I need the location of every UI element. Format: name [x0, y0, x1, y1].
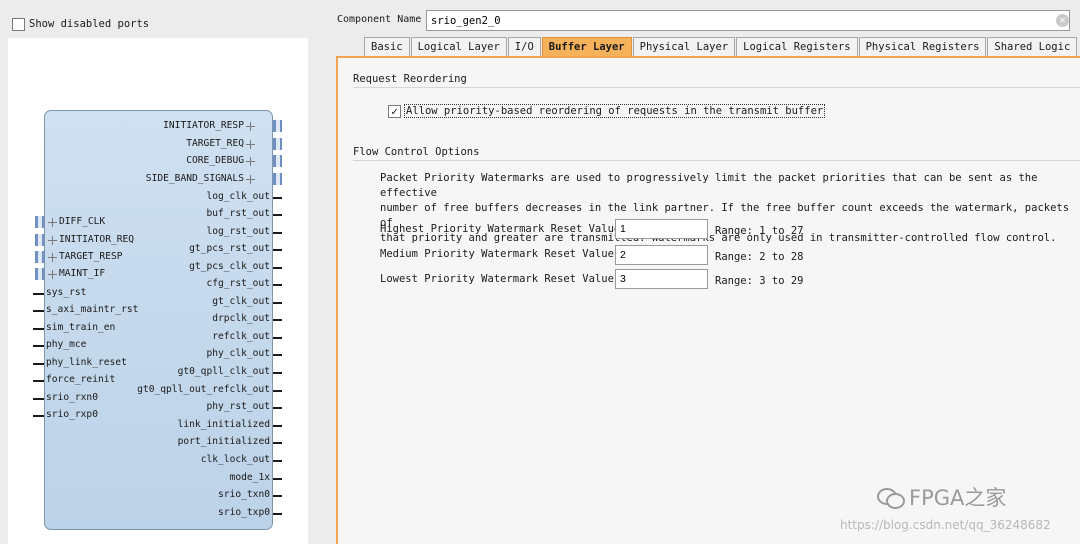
port-sim-train-en[interactable]: sim_train_en — [46, 322, 115, 334]
expand-plus-icon[interactable] — [48, 235, 57, 245]
port-srio-txn0[interactable]: srio_txn0 — [100, 489, 270, 501]
show-disabled-label: Show disabled ports — [29, 18, 150, 30]
config-tabs: Basic Logical Layer I/O Buffer Layer Phy… — [364, 37, 1078, 56]
request-reordering-title: Request Reordering — [353, 73, 467, 85]
tab-physical-registers[interactable]: Physical Registers — [858, 37, 987, 56]
reorder-label: Allow priority-based reordering of reque… — [404, 104, 826, 118]
port-refclk-out[interactable]: refclk_out — [100, 331, 270, 343]
port-cfg-rst-out[interactable]: cfg_rst_out — [100, 278, 270, 290]
bus-connector — [35, 251, 44, 263]
medium-watermark-label: Medium Priority Watermark Reset Value — [380, 248, 614, 260]
medium-watermark-range: Range: 2 to 28 — [715, 251, 804, 263]
medium-watermark-input[interactable] — [615, 245, 708, 265]
expand-plus-icon[interactable] — [246, 121, 255, 131]
port-srio-txp0[interactable]: srio_txp0 — [100, 507, 270, 519]
expand-plus-icon[interactable] — [246, 156, 255, 166]
bus-connector — [35, 268, 44, 280]
port-core-debug[interactable]: CORE_DEBUG — [150, 155, 257, 167]
lowest-watermark-input[interactable] — [615, 269, 708, 289]
tab-basic[interactable]: Basic — [364, 37, 410, 56]
port-log-clk-out[interactable]: log_clk_out — [100, 191, 270, 203]
lowest-watermark-label: Lowest Priority Watermark Reset Value — [380, 273, 614, 285]
right-panel: Component Name ✕ Basic Logical Layer I/O… — [318, 0, 1080, 544]
buffer-layer-panel: Request Reordering ✓ Allow priority-base… — [336, 56, 1080, 544]
port-target-resp[interactable]: TARGET_RESP — [46, 251, 123, 263]
tab-io[interactable]: I/O — [507, 37, 541, 56]
expand-plus-icon[interactable] — [48, 217, 57, 227]
left-panel: Show disabled ports INITIATOR_RESP TARGE… — [0, 0, 318, 544]
port-clk-lock-out[interactable]: clk_lock_out — [100, 454, 270, 466]
bus-connector — [273, 138, 282, 150]
bus-connector — [35, 216, 44, 228]
port-mode-1x[interactable]: mode_1x — [100, 472, 270, 484]
clear-icon[interactable]: ✕ — [1056, 14, 1069, 27]
expand-plus-icon[interactable] — [48, 269, 57, 279]
port-phy-mce[interactable]: phy_mce — [46, 339, 86, 351]
port-link-initialized[interactable]: link_initialized — [100, 419, 270, 431]
tab-shared-logic[interactable]: Shared Logic — [987, 37, 1078, 56]
lowest-watermark-range: Range: 3 to 29 — [715, 275, 804, 287]
port-buf-rst-out[interactable]: buf_rst_out — [100, 208, 270, 220]
component-name-input[interactable] — [426, 10, 1070, 31]
section-divider — [353, 87, 1080, 88]
brand-watermark: FPGA之家 — [877, 482, 1006, 512]
component-name-label: Component Name — [337, 14, 422, 25]
tab-logical-registers[interactable]: Logical Registers — [736, 37, 858, 56]
port-target-req[interactable]: TARGET_REQ — [150, 138, 257, 150]
tab-buffer-layer[interactable]: Buffer Layer — [541, 37, 632, 56]
port-s-axi-maintr-rst[interactable]: s_axi_maintr_rst — [46, 304, 138, 316]
tab-logical-layer[interactable]: Logical Layer — [410, 37, 507, 56]
reorder-checkbox[interactable]: ✓ — [388, 104, 401, 118]
flow-control-title: Flow Control Options — [353, 146, 480, 158]
port-sys-rst[interactable]: sys_rst — [46, 287, 86, 299]
port-port-initialized[interactable]: port_initialized — [100, 436, 270, 448]
expand-plus-icon[interactable] — [246, 139, 255, 149]
highest-watermark-input[interactable] — [615, 219, 708, 239]
expand-plus-icon[interactable] — [246, 174, 255, 184]
bus-connector — [273, 120, 282, 132]
port-srio-rxp0[interactable]: srio_rxp0 — [46, 409, 98, 421]
bus-connector — [273, 173, 282, 185]
bus-connector — [273, 155, 282, 167]
port-initiator-resp[interactable]: INITIATOR_RESP — [150, 120, 257, 132]
port-gt0-qpll-out-refclk-out[interactable]: gt0_qpll_out_refclk_out — [100, 384, 270, 396]
bus-connector — [35, 234, 44, 246]
reorder-option[interactable]: ✓ Allow priority-based reordering of req… — [388, 103, 826, 119]
url-watermark: https://blog.csdn.net/qq_36248682 — [840, 518, 1051, 532]
port-phy-link-reset[interactable]: phy_link_reset — [46, 357, 127, 369]
highest-watermark-range: Range: 1 to 27 — [715, 225, 804, 237]
wechat-icon — [877, 487, 905, 509]
port-phy-rst-out[interactable]: phy_rst_out — [100, 401, 270, 413]
tab-physical-layer[interactable]: Physical Layer — [632, 37, 736, 56]
section-divider — [353, 160, 1080, 161]
show-disabled-checkbox[interactable] — [12, 17, 25, 31]
port-initiator-req[interactable]: INITIATOR_REQ — [46, 234, 134, 246]
port-diff-clk[interactable]: DIFF_CLK — [46, 216, 105, 228]
port-maint-if[interactable]: MAINT_IF — [46, 268, 105, 280]
port-side-band-signals[interactable]: SIDE_BAND_SIGNALS — [130, 173, 257, 185]
expand-plus-icon[interactable] — [48, 252, 57, 262]
highest-watermark-label: Highest Priority Watermark Reset Value — [380, 223, 621, 235]
port-force-reinit[interactable]: force_reinit — [46, 374, 115, 386]
port-srio-rxn0[interactable]: srio_rxn0 — [46, 392, 98, 404]
port-gt-pcs-clk-out[interactable]: gt_pcs_clk_out — [100, 261, 270, 273]
show-disabled-ports-option[interactable]: Show disabled ports — [12, 15, 149, 33]
